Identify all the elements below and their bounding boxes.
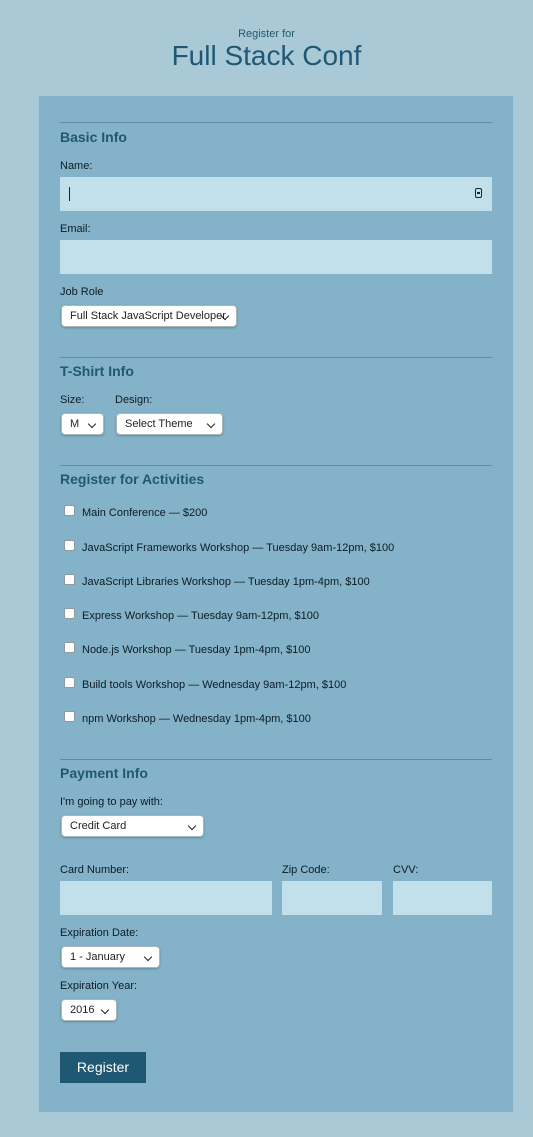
- tshirt-info-title: T-Shirt Info: [60, 363, 134, 379]
- section-divider: [60, 759, 492, 760]
- activity-checkbox-npm[interactable]: [64, 711, 75, 722]
- activity-checkbox-nodejs[interactable]: [64, 642, 75, 653]
- exp-year-label: Expiration Year:: [60, 980, 138, 992]
- card-number-label: Card Number:: [60, 864, 130, 876]
- exp-month-value: 1 - January: [70, 951, 126, 963]
- design-select[interactable]: Select Theme: [116, 413, 223, 435]
- email-label: Email:: [60, 223, 91, 235]
- zip-code-input[interactable]: [282, 881, 382, 915]
- page-subtitle: Register for: [238, 28, 295, 40]
- size-label: Size:: [60, 394, 85, 406]
- design-label: Design:: [115, 394, 153, 406]
- autofill-icon[interactable]: [475, 188, 482, 198]
- activity-label: Build tools Workshop — Wednesday 9am-12p…: [82, 679, 347, 691]
- cvv-label: CVV:: [393, 864, 419, 876]
- page-header: Register for Full Stack Conf: [0, 28, 533, 71]
- job-role-select[interactable]: Full Stack JavaScript Developer: [61, 305, 237, 327]
- activity-label: npm Workshop — Wednesday 1pm-4pm, $100: [82, 713, 311, 725]
- activity-checkbox-main-conference[interactable]: [64, 505, 75, 516]
- cvv-input[interactable]: [393, 881, 492, 915]
- card-number-input[interactable]: [60, 881, 272, 915]
- activity-label: Express Workshop — Tuesday 9am-12pm, $10…: [82, 610, 320, 622]
- activity-checkbox-js-libraries[interactable]: [64, 574, 75, 585]
- size-select[interactable]: M: [61, 413, 104, 435]
- chevron-down-icon: [206, 419, 216, 429]
- registration-form: Basic Info Name: Email: Job Role Full St…: [39, 96, 513, 1112]
- name-input[interactable]: [60, 177, 492, 211]
- payment-info-title: Payment Info: [60, 765, 148, 781]
- activity-label: Main Conference — $200: [82, 507, 208, 519]
- activity-checkbox-express[interactable]: [64, 608, 75, 619]
- activity-label: JavaScript Libraries Workshop — Tuesday …: [82, 576, 370, 588]
- register-button[interactable]: Register: [60, 1052, 146, 1083]
- exp-year-value: 2016: [70, 1004, 95, 1016]
- name-label: Name:: [60, 160, 93, 172]
- activity-checkbox-build-tools[interactable]: [64, 677, 75, 688]
- section-divider: [60, 122, 492, 123]
- page-title: Full Stack Conf: [171, 40, 362, 71]
- exp-year-select[interactable]: 2016: [61, 999, 117, 1021]
- activity-checkbox-js-frameworks[interactable]: [64, 540, 75, 551]
- exp-month-select[interactable]: 1 - January: [61, 946, 160, 968]
- activity-label: Node.js Workshop — Tuesday 1pm-4pm, $100: [82, 644, 311, 656]
- zip-code-label: Zip Code:: [282, 864, 330, 876]
- chevron-down-icon: [187, 821, 197, 831]
- text-caret: [69, 187, 70, 201]
- section-divider: [60, 465, 492, 466]
- activities-title: Register for Activities: [60, 471, 205, 487]
- payment-method-value: Credit Card: [70, 820, 127, 832]
- payment-method-select[interactable]: Credit Card: [61, 815, 204, 837]
- design-value: Select Theme: [125, 418, 193, 430]
- exp-date-label: Expiration Date:: [60, 927, 139, 939]
- job-role-value: Full Stack JavaScript Developer: [70, 310, 226, 322]
- email-input[interactable]: [60, 240, 492, 274]
- basic-info-title: Basic Info: [60, 129, 127, 145]
- chevron-down-icon: [143, 952, 153, 962]
- payment-method-label: I'm going to pay with:: [60, 796, 163, 808]
- activity-label: JavaScript Frameworks Workshop — Tuesday…: [82, 542, 395, 554]
- chevron-down-icon: [87, 419, 97, 429]
- size-value: M: [70, 418, 80, 430]
- chevron-down-icon: [100, 1005, 110, 1015]
- job-role-label: Job Role: [60, 286, 104, 298]
- section-divider: [60, 357, 492, 358]
